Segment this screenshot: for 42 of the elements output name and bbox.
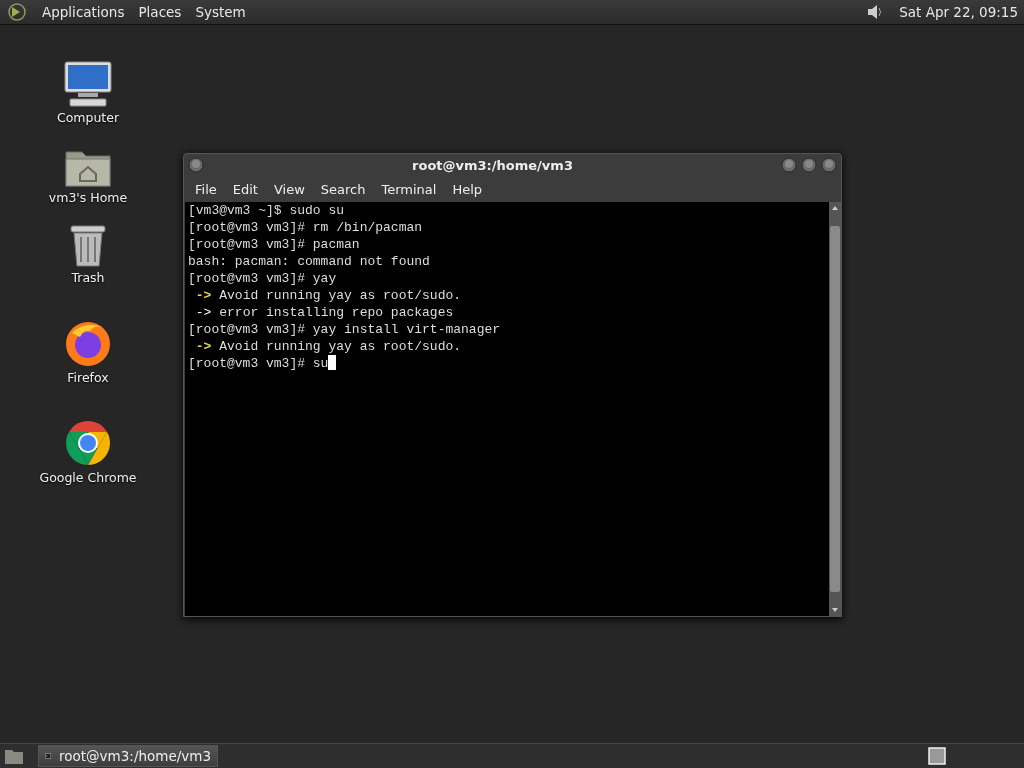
window-title: root@vm3:/home/vm3 [411,157,574,173]
terminal-line: [root@vm3 vm3]# yay install virt-manager [188,322,501,337]
desktop-icon-label[interactable]: vm3's Home [48,190,128,205]
trash-icon [69,223,107,267]
menu-item[interactable]: File [187,178,225,200]
text-cursor [328,355,337,370]
terminal-icon [45,750,52,762]
menu-item[interactable]: Search [312,178,374,200]
terminal-line: [root@vm3 vm3]# su [188,356,329,371]
desktop-icon-label[interactable]: Computer [56,110,120,125]
scrollbar[interactable] [829,202,841,616]
desktop-icon-label[interactable]: Google Chrome [39,470,137,485]
menu-item[interactable]: Edit [224,178,266,200]
clock[interactable]: Sat Apr 22, 09:15 [899,4,1018,20]
terminal-line: [root@vm3 vm3]# pacman [188,237,360,252]
taskbar-window-button[interactable]: root@vm3:/home/vm3 [38,745,218,767]
panel-menu[interactable]: Applications [42,4,125,20]
terminal-line: -> Avoid running yay as root/sudo. [194,339,462,354]
main-menu-icon[interactable] [6,2,28,22]
scrollbar-thumb[interactable] [830,226,840,592]
chrome-icon [64,419,112,467]
menu-item[interactable]: Terminal [373,178,445,200]
maximize-button[interactable] [801,157,817,173]
close-button[interactable] [821,157,837,173]
workspace-switcher-icon[interactable] [928,747,946,765]
firefox-icon [64,319,112,367]
terminal-line: [root@vm3 vm3]# rm /bin/pacman [188,220,423,235]
menu-item[interactable]: View [265,178,313,200]
desktop-icon-label[interactable]: Firefox [67,370,109,385]
terminal-line: [root@vm3 vm3]# yay [188,271,337,286]
panel-menu[interactable]: System [195,4,246,20]
show-desktop-icon[interactable] [4,747,24,765]
terminal-line: [vm3@vm3 ~]$ sudo su [188,203,345,218]
window-menu-button[interactable] [188,157,204,173]
menu-item[interactable]: Help [444,178,491,200]
panel-menu[interactable]: Places [138,4,182,20]
desktop-icon-label[interactable]: Trash [71,270,105,285]
minimize-button[interactable] [781,157,797,173]
terminal-line: bash: pacman: command not found [188,254,430,269]
computer-icon [64,61,112,107]
terminal-line: -> Avoid running yay as root/sudo. [194,288,462,303]
terminal-line: -> error installing repo packages [194,305,454,320]
